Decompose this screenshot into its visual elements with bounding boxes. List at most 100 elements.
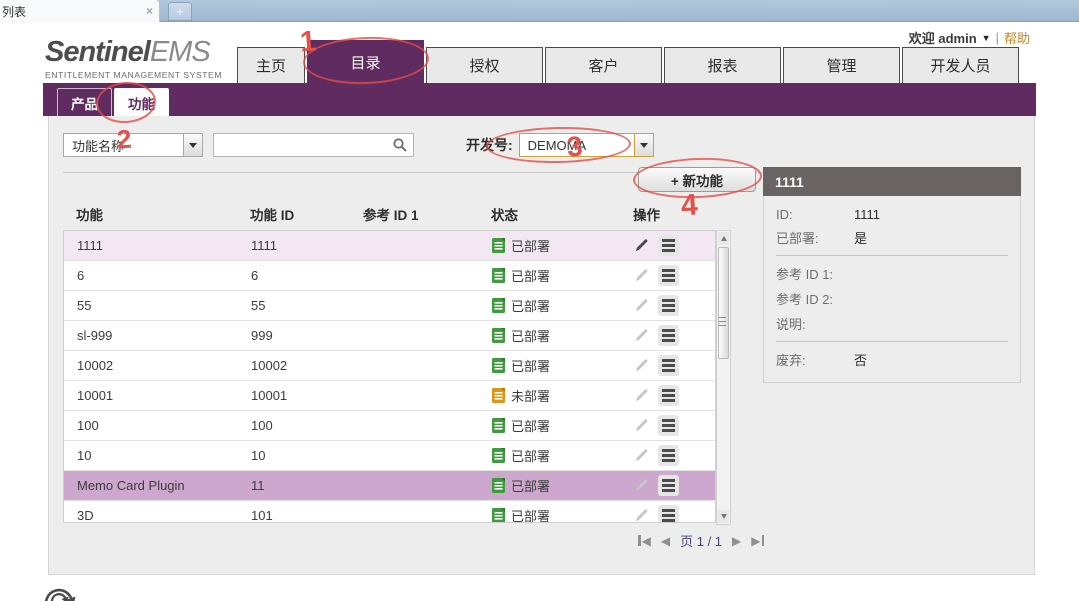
status-text: 已部署 <box>511 326 550 345</box>
table-row[interactable]: 1111 1111 已部署 <box>64 231 715 261</box>
cell-feature-id: 10001 <box>251 388 364 403</box>
col-feature[interactable]: 功能 <box>63 204 250 224</box>
welcome-text: 欢迎 admin <box>909 28 977 47</box>
search-input[interactable] <box>213 133 386 157</box>
menu-icon[interactable] <box>658 505 679 523</box>
menu-icon[interactable] <box>658 265 679 286</box>
detail-value: 是 <box>854 228 867 247</box>
cell-feature: 1111 <box>64 238 251 253</box>
tab-reports[interactable]: 报表 <box>664 47 781 84</box>
help-link[interactable]: 帮助 <box>1004 28 1030 47</box>
edit-icon[interactable] <box>634 238 649 253</box>
menu-icon[interactable] <box>658 235 679 256</box>
prev-page-icon[interactable]: ◀ <box>661 535 670 547</box>
cell-feature: 10 <box>64 448 251 463</box>
scrollbar-grip <box>719 317 726 326</box>
edit-icon[interactable] <box>634 448 649 463</box>
edit-icon[interactable] <box>634 358 649 373</box>
tab-customers[interactable]: 客户 <box>545 47 662 84</box>
detail-value: 1111 <box>854 207 880 222</box>
edit-icon[interactable] <box>634 268 649 283</box>
subtab-products[interactable]: 产品 <box>57 88 112 116</box>
tab-home[interactable]: 主页 <box>237 47 305 84</box>
edit-icon[interactable] <box>634 478 649 493</box>
table-row[interactable]: 3D 101 已部署 <box>64 501 715 523</box>
table-scrollbar[interactable] <box>716 230 731 525</box>
dev-id-select[interactable]: DEMOMA <box>519 133 654 157</box>
table-row[interactable]: 100 100 已部署 <box>64 411 715 441</box>
browser-tab[interactable]: 列表 × <box>0 0 160 22</box>
col-feature-id[interactable]: 功能 ID <box>250 204 363 224</box>
detail-field: 废弃: 否 <box>764 347 1020 372</box>
table-row[interactable]: 10002 10002 已部署 <box>64 351 715 381</box>
status-deployed-icon <box>492 508 505 523</box>
next-page-icon[interactable]: ▶ <box>732 535 741 547</box>
table-row[interactable]: sl-999 999 已部署 <box>64 321 715 351</box>
status-text: 已部署 <box>511 266 550 285</box>
menu-icon[interactable] <box>658 295 679 316</box>
scroll-up-icon[interactable] <box>718 232 729 245</box>
col-status[interactable]: 状态 <box>491 204 633 224</box>
tab-administration[interactable]: 管理 <box>783 47 900 84</box>
divider: | <box>996 30 999 45</box>
cell-feature-id: 6 <box>251 268 364 283</box>
tab-developer[interactable]: 开发人员 <box>902 47 1019 84</box>
cell-feature: Memo Card Plugin <box>64 478 251 493</box>
menu-icon[interactable] <box>658 325 679 346</box>
subtab-features[interactable]: 功能 <box>114 88 169 116</box>
status-deployed-icon <box>492 298 505 313</box>
dev-id-label: 开发号: <box>466 135 513 155</box>
first-page-icon[interactable]: ◀ <box>638 535 651 547</box>
cell-feature: 3D <box>64 508 251 523</box>
pagination: ◀ ◀ 页 1 / 1 ▶ ▶ <box>619 531 764 550</box>
refresh-icon[interactable] <box>42 582 84 601</box>
new-feature-button[interactable]: + 新功能 <box>638 167 756 192</box>
table-row[interactable]: Memo Card Plugin 11 已部署 <box>64 471 715 501</box>
close-icon[interactable]: × <box>146 4 153 18</box>
edit-icon[interactable] <box>634 388 649 403</box>
search-field-select[interactable]: 功能名称 <box>63 133 203 157</box>
menu-icon[interactable] <box>658 445 679 466</box>
divider <box>776 255 1008 256</box>
table-row[interactable]: 10001 10001 未部署 <box>64 381 715 411</box>
menu-icon[interactable] <box>658 475 679 496</box>
table-row[interactable]: 10 10 已部署 <box>64 441 715 471</box>
dropdown-arrow-icon[interactable] <box>183 134 202 156</box>
last-page-icon[interactable]: ▶ <box>751 535 764 547</box>
col-ref-id[interactable]: 参考 ID 1 <box>363 204 491 224</box>
menu-icon[interactable] <box>658 355 679 376</box>
detail-field: 参考 ID 1: <box>764 261 1020 286</box>
cell-feature: 100 <box>64 418 251 433</box>
edit-icon[interactable] <box>634 418 649 433</box>
detail-label: 参考 ID 1: <box>776 264 854 283</box>
status-deployed-icon <box>492 238 505 253</box>
new-tab-button[interactable]: + <box>168 2 192 21</box>
col-actions: 操作 <box>633 204 703 224</box>
tab-catalog[interactable]: 目录 <box>307 40 424 84</box>
divider <box>776 341 1008 342</box>
menu-icon[interactable] <box>658 385 679 406</box>
cell-feature: sl-999 <box>64 328 251 343</box>
tab-entitlements[interactable]: 授权 <box>426 47 543 84</box>
page-indicator: 页 1 / 1 <box>680 531 722 550</box>
table-row[interactable]: 55 55 已部署 <box>64 291 715 321</box>
cell-feature: 10002 <box>64 358 251 373</box>
detail-label: 参考 ID 2: <box>776 289 854 308</box>
dropdown-arrow-icon[interactable] <box>634 134 653 156</box>
table-row[interactable]: 6 6 已部署 <box>64 261 715 291</box>
scrollbar-thumb[interactable] <box>718 247 729 359</box>
status-deployed-icon <box>492 358 505 373</box>
search-button[interactable] <box>386 133 414 157</box>
scroll-down-icon[interactable] <box>718 510 729 523</box>
browser-tab-title: 列表 <box>2 3 146 20</box>
edit-icon[interactable] <box>634 298 649 313</box>
menu-icon[interactable] <box>658 415 679 436</box>
chevron-down-icon[interactable]: ▼ <box>982 33 991 43</box>
edit-icon[interactable] <box>634 508 649 523</box>
status-text: 已部署 <box>511 236 550 255</box>
edit-icon[interactable] <box>634 328 649 343</box>
cell-feature-id: 999 <box>251 328 364 343</box>
status-deployed-icon <box>492 328 505 343</box>
cell-feature-id: 100 <box>251 418 364 433</box>
detail-field: 已部署: 是 <box>764 225 1020 250</box>
